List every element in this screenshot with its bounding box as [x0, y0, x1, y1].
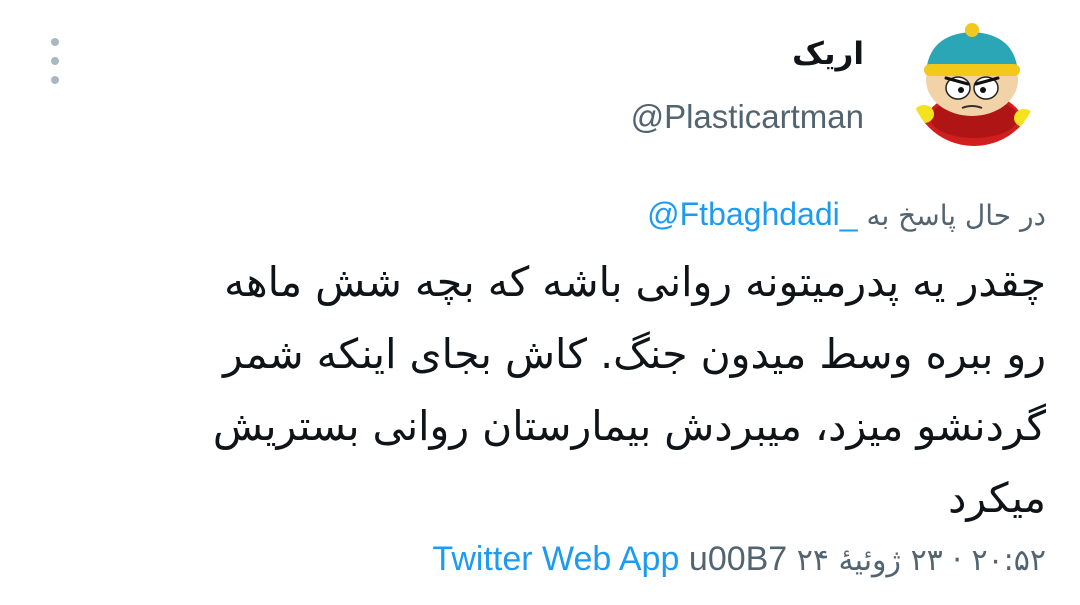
tweet-time[interactable]: ۲۰:۵۲	[971, 543, 1046, 578]
more-dot	[51, 76, 59, 84]
cartman-avatar-icon	[910, 18, 1038, 146]
reply-prefix: در حال پاسخ به	[866, 199, 1046, 232]
more-options-icon[interactable]	[40, 38, 70, 84]
tweet-text-line: چقدر یه پدرمیتونه روانی باشه که بچه شش م…	[224, 258, 1046, 306]
reply-context: در حال پاسخ به @Ftbaghdadi_	[647, 196, 1046, 233]
tweet-source-link[interactable]: Twitter Web App	[432, 540, 679, 578]
tweet-meta: ۲۰:۵۲ · ۲۳ ژوئیهٔ ۲۴ u00B7 Twitter Web A…	[432, 540, 1046, 579]
tweet-text-line: رو ببره وسط میدون جنگ. کاش بجای اینکه شم…	[222, 330, 1046, 378]
more-dot	[51, 38, 59, 46]
reply-mention-link[interactable]: @Ftbaghdadi_	[647, 196, 857, 232]
author-display-name[interactable]: اریک	[792, 36, 864, 72]
meta-separator: ·	[952, 543, 962, 578]
avatar[interactable]	[910, 18, 1038, 146]
author-handle[interactable]: @Plasticartman	[631, 98, 864, 136]
tweet-date[interactable]: ۲۳ ژوئیهٔ ۲۴	[797, 543, 943, 578]
tweet-text: چقدر یه پدرمیتونه روانی باشه که بچه شش م…	[76, 246, 1046, 534]
more-dot	[51, 57, 59, 65]
meta-code: u00B7	[688, 540, 788, 578]
tweet-text-line: میکرد	[948, 474, 1046, 522]
tweet-text-line: گردنشو میزد، میبردش بیمارستان روانی بستر…	[212, 402, 1046, 450]
